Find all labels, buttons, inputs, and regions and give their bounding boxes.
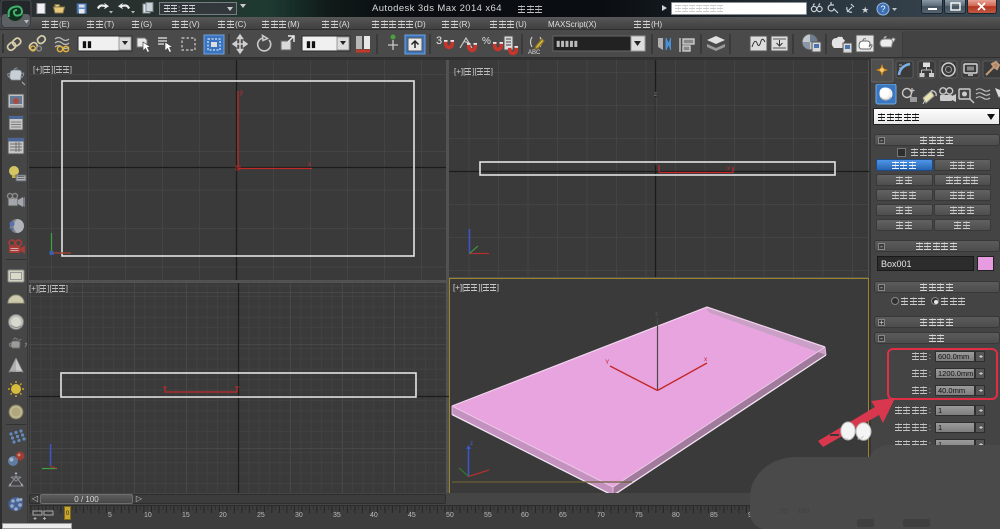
svg-text:ABC: ABC — [528, 50, 541, 56]
svg-text:%: % — [482, 36, 491, 47]
svg-text:▮▮▮▮▮: ▮▮▮▮▮ — [556, 39, 578, 48]
svg-text:3: 3 — [436, 35, 442, 47]
svg-text:▮▮: ▮▮ — [82, 39, 92, 49]
svg-text:▮▮: ▮▮ — [306, 39, 316, 49]
svg-text:?: ? — [880, 4, 885, 14]
